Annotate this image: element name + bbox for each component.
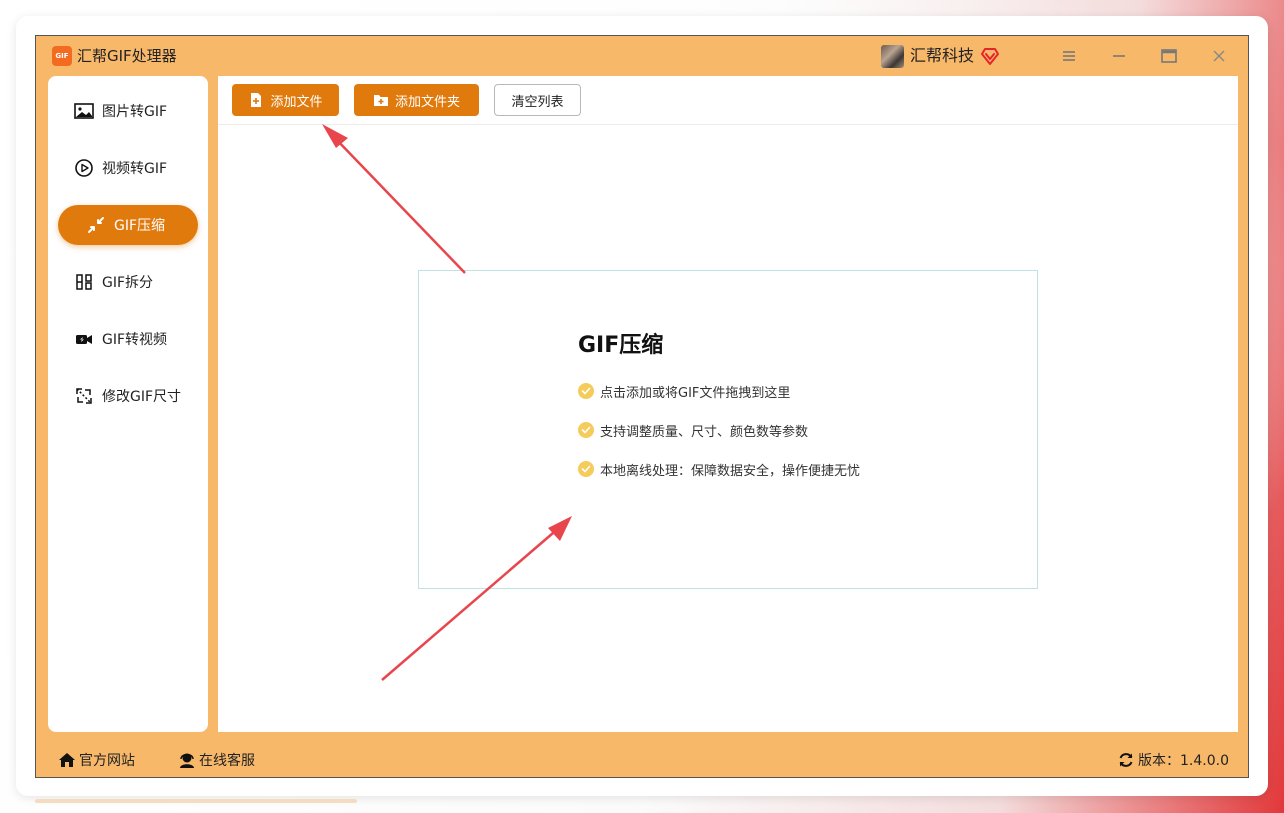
add-file-label: 添加文件	[270, 94, 323, 110]
refresh-icon	[1119, 753, 1133, 767]
customer-service-icon	[180, 753, 194, 768]
drop-zone-title: GIF压缩	[578, 333, 664, 358]
card-underline	[35, 799, 357, 803]
app-window: GIF 汇帮GIF处理器 汇帮科技 图片转GIF 视频转GIF GIF压缩 GI…	[35, 35, 1249, 778]
sidebar-item-label: 图片转GIF	[102, 104, 168, 120]
sidebar-item-label: 修改GIF尺寸	[102, 389, 182, 405]
resize-icon	[74, 386, 94, 406]
sidebar-item-video-to-gif[interactable]: 视频转GIF	[58, 148, 198, 188]
version-label: 版本：1.4.0.0	[1138, 753, 1229, 769]
check-circle-icon	[578, 383, 594, 399]
user-avatar[interactable]	[881, 45, 904, 68]
vip-icon[interactable]	[980, 46, 1000, 66]
home-icon	[59, 753, 75, 767]
sidebar-item-image-to-gif[interactable]: 图片转GIF	[58, 91, 198, 131]
compress-icon	[86, 215, 106, 235]
maximize-icon[interactable]	[1159, 46, 1179, 66]
feature-text: 本地离线处理：保障数据安全，操作便捷无忧	[600, 463, 861, 479]
feature-text: 支持调整质量、尺寸、颜色数等参数	[600, 424, 809, 440]
add-folder-label: 添加文件夹	[394, 94, 460, 110]
sidebar-item-resize-gif[interactable]: 修改GIF尺寸	[58, 376, 198, 416]
add-file-icon	[251, 93, 262, 107]
official-website-link[interactable]: 官方网站	[58, 750, 135, 770]
sidebar-item-label: 视频转GIF	[102, 161, 168, 177]
play-circle-icon	[74, 158, 94, 178]
split-icon	[74, 272, 94, 292]
online-support-link[interactable]: 在线客服	[178, 750, 255, 770]
clear-list-label: 清空列表	[511, 94, 564, 110]
image-icon	[74, 101, 94, 121]
feature-item: 本地离线处理：保障数据安全，操作便捷无忧	[578, 459, 860, 479]
feature-text: 点击添加或将GIF文件拖拽到这里	[600, 385, 791, 401]
toolbar: 添加文件 添加文件夹 清空列表	[218, 76, 1238, 125]
sidebar-item-gif-to-video[interactable]: GIF转视频	[58, 319, 198, 359]
video-camera-icon	[74, 329, 94, 349]
main-panel: 添加文件 添加文件夹 清空列表 GIF压缩 点击添加或将GIF文件拖拽到这里 支…	[218, 76, 1238, 732]
clear-list-button[interactable]: 清空列表	[494, 84, 581, 116]
title-bar: GIF 汇帮GIF处理器 汇帮科技	[36, 36, 1248, 76]
feature-item: 支持调整质量、尺寸、颜色数等参数	[578, 420, 808, 440]
sidebar-item-label: GIF转视频	[102, 332, 168, 348]
menu-icon[interactable]	[1059, 46, 1079, 66]
add-folder-icon	[373, 95, 388, 106]
footer: 官方网站 在线客服 版本：1.4.0.0	[36, 742, 1248, 778]
file-drop-zone[interactable]: GIF压缩 点击添加或将GIF文件拖拽到这里 支持调整质量、尺寸、颜色数等参数 …	[418, 270, 1038, 589]
version-info: 版本：1.4.0.0	[1117, 750, 1229, 770]
add-folder-button[interactable]: 添加文件夹	[354, 84, 479, 116]
close-icon[interactable]	[1209, 46, 1229, 66]
minimize-icon[interactable]	[1109, 46, 1129, 66]
sidebar-item-gif-split[interactable]: GIF拆分	[58, 262, 198, 302]
app-logo-icon: GIF	[52, 46, 72, 66]
brand-name[interactable]: 汇帮科技	[910, 46, 974, 66]
check-circle-icon	[578, 461, 594, 477]
sidebar: 图片转GIF 视频转GIF GIF压缩 GIF拆分 GIF转视频 修改GIF尺寸	[48, 76, 208, 732]
sidebar-item-gif-compress[interactable]: GIF压缩	[58, 205, 198, 245]
official-website-label: 官方网站	[79, 753, 135, 769]
sidebar-item-label: GIF拆分	[102, 275, 154, 291]
check-circle-icon	[578, 422, 594, 438]
sidebar-item-label: GIF压缩	[114, 218, 166, 234]
feature-item: 点击添加或将GIF文件拖拽到这里	[578, 381, 790, 401]
add-file-button[interactable]: 添加文件	[232, 84, 339, 116]
app-title: 汇帮GIF处理器	[77, 47, 177, 65]
online-support-label: 在线客服	[199, 753, 255, 769]
